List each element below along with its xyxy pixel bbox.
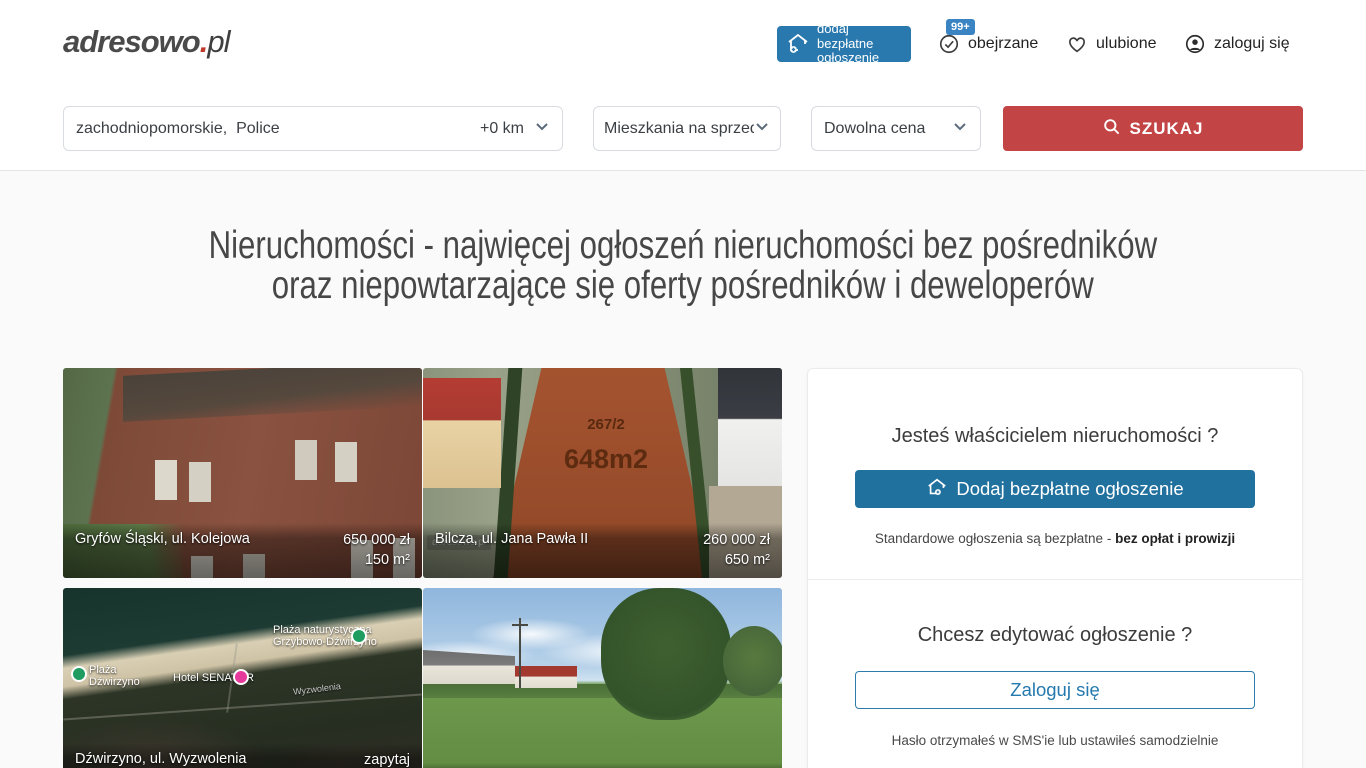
listing-photo-map: Plaża naturystyczna Grzybowo-Dźwirzyno P… [63, 588, 422, 768]
user-icon [1184, 33, 1206, 55]
chevron-down-icon [754, 118, 770, 139]
page-title: Nieruchomości - najwięcej ogłoszeń nieru… [0, 226, 1366, 306]
listing-caption: Dźwirzyno, ul. Wyzwolenia zapytaj o cenę [63, 743, 422, 768]
photo-decoration [423, 378, 501, 488]
photo-decoration [63, 693, 421, 720]
heart-icon [1066, 33, 1088, 55]
sidebar-login-label: Zaloguj się [1010, 679, 1099, 701]
viewed-label: obejrzane [968, 35, 1038, 53]
add-listing-label-line2: ogłoszenie [817, 50, 879, 65]
listing-area: 650 m² [725, 552, 770, 568]
map-road-label: Wyzwolenia [293, 681, 342, 697]
category-select[interactable]: Mieszkania na sprzeda [593, 106, 781, 151]
photo-decoration [519, 618, 521, 688]
listing-card[interactable]: Gryfów Śląski, ul. Kolejowa 650 000 zł 1… [63, 368, 422, 578]
plot-number-label: 267/2 [561, 416, 651, 433]
chevron-down-icon [952, 118, 968, 139]
photo-decoration [601, 588, 731, 720]
photo-decoration [718, 368, 782, 488]
sidebar-add-listing-label: Dodaj bezpłatne ogłoszenie [956, 478, 1183, 500]
listing-caption: Gryfów Śląski, ul. Kolejowa 650 000 zł 1… [63, 523, 422, 578]
listing-price: 650 000 zł [343, 532, 410, 548]
listing-caption: Bilcza, ul. Jana Pawła II 260 000 zł 650… [423, 523, 782, 578]
search-icon [1102, 117, 1121, 141]
search-button[interactable]: SZUKAJ [1003, 106, 1303, 151]
listing-card[interactable]: 267/2 648m2 adresowo.pl Bilcza, ul. Jana… [423, 368, 782, 578]
edit-note: Hasło otrzymałeś w SMS'ie lub ustawiłeś … [808, 733, 1302, 748]
login-label: zaloguj się [1214, 35, 1290, 53]
listing-card[interactable]: Plaża naturystyczna Grzybowo-Dźwirzyno P… [63, 588, 422, 768]
search-button-label: SZUKAJ [1129, 119, 1203, 139]
listing-area: 150 m² [365, 552, 410, 568]
page-title-line2: oraz niepowtarzające się oferty pośredni… [272, 266, 1094, 306]
listing-price: 260 000 zł [703, 532, 770, 548]
listing-address: Gryfów Śląski, ul. Kolejowa [75, 530, 250, 570]
photo-decoration [423, 650, 515, 684]
category-value: Mieszkania na sprzeda [604, 120, 754, 138]
map-pin-icon [233, 669, 249, 685]
viewed-count-badge: 99+ [946, 19, 975, 35]
sidebar-add-listing-button[interactable]: Dodaj bezpłatne ogłoszenie [855, 470, 1255, 508]
owner-note: Standardowe ogłoszenia są bezpłatne - be… [808, 531, 1302, 546]
radius-value: +0 km [480, 120, 524, 138]
photo-decoration [155, 460, 177, 500]
listing-price: zapytaj [364, 752, 410, 768]
map-label-beach2: Plaża Dźwirzyno [89, 664, 140, 688]
edit-section-title: Chcesz edytować ogłoszenie ? [808, 624, 1302, 647]
listing-card[interactable]: Grojec, ul. Bagienna 891 000 zł [423, 588, 782, 768]
add-listing-label-line1: dodaj bezpłatne [817, 21, 873, 51]
photo-decoration [123, 368, 422, 422]
house-plus-icon [786, 31, 810, 58]
viewed-link[interactable]: 99+ obejrzane [938, 30, 1038, 58]
radius-selector[interactable]: +0 km [480, 118, 550, 139]
login-link[interactable]: zaloguj się [1184, 30, 1290, 58]
adresowo-homepage: adresowo.pl dodaj bezpłatne ogłoszenie [0, 0, 1366, 768]
plot-area-label: 648m2 [541, 444, 671, 475]
add-listing-button[interactable]: dodaj bezpłatne ogłoszenie [777, 26, 911, 62]
map-pin-icon [71, 666, 87, 682]
chevron-down-icon [534, 118, 550, 139]
logo[interactable]: adresowo.pl [63, 24, 229, 60]
check-circle-icon [938, 33, 960, 55]
house-plus-icon [926, 476, 948, 503]
logo-name: adresowo [63, 24, 200, 59]
sidebar-login-button[interactable]: Zaloguj się [855, 671, 1255, 709]
map-pin-icon [351, 628, 367, 644]
photo-decoration [423, 684, 782, 698]
page-title-line1: Nieruchomości - najwięcej ogłoszeń nieru… [209, 226, 1158, 266]
sidebar-panel: Jesteś właścicielem nieruchomości ? Doda… [807, 368, 1303, 768]
topbar: adresowo.pl dodaj bezpłatne ogłoszenie [0, 0, 1366, 88]
location-field: +0 km [63, 106, 563, 151]
price-value: Dowolna cena [824, 120, 925, 138]
search-bar: +0 km Mieszkania na sprzeda Dowolna cena [0, 106, 1366, 151]
owner-section-title: Jesteś właścicielem nieruchomości ? [808, 425, 1302, 448]
listing-address: Dźwirzyno, ul. Wyzwolenia [75, 750, 247, 768]
photo-decoration [723, 626, 782, 696]
favorites-link[interactable]: ulubione [1066, 30, 1157, 58]
location-input[interactable] [76, 120, 480, 138]
photo-decoration [515, 666, 577, 688]
favorites-label: ulubione [1096, 35, 1157, 53]
listing-caption: Grojec, ul. Bagienna 891 000 zł [423, 763, 782, 768]
listing-address: Bilcza, ul. Jana Pawła II [435, 530, 588, 570]
price-select[interactable]: Dowolna cena [811, 106, 981, 151]
listing-photo [423, 588, 782, 768]
sidebar-divider [808, 579, 1302, 580]
logo-tld: pl [207, 24, 229, 59]
